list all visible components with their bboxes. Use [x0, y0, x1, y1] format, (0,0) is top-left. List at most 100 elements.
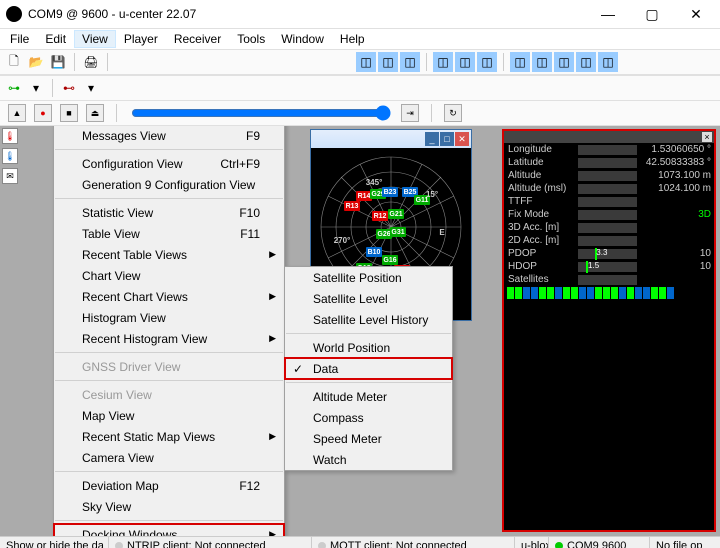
satellite-15°: 15° — [424, 189, 440, 199]
data-close-icon[interactable]: × — [702, 132, 712, 142]
menu-item-chart-view[interactable]: Chart View — [54, 265, 284, 286]
menu-receiver[interactable]: Receiver — [166, 30, 229, 48]
satellite-270°: 270° — [334, 235, 350, 245]
connect-icon[interactable]: ⊶ — [4, 78, 24, 98]
stop-icon[interactable]: ■ — [60, 104, 78, 122]
dropdown2-icon[interactable]: ▾ — [81, 78, 101, 98]
submenu-item-data[interactable]: ✓Data — [285, 358, 452, 379]
submenu-item-altitude-meter[interactable]: Altitude Meter — [285, 386, 452, 407]
record-icon[interactable]: ● — [34, 104, 52, 122]
minimize-button[interactable]: ― — [586, 0, 630, 28]
satellite-G31: G31 — [390, 227, 406, 237]
satellite-R12: R12 — [372, 211, 388, 221]
menu-edit[interactable]: Edit — [37, 30, 74, 48]
status-port: COM9 9600 — [549, 537, 650, 548]
submenu-item-watch[interactable]: Watch — [285, 449, 452, 470]
dock-b-icon[interactable]: ◫ — [378, 52, 398, 72]
data-row-ttff: TTFF — [504, 195, 714, 208]
menu-file[interactable]: File — [2, 30, 37, 48]
dock-g-icon[interactable]: ◫ — [510, 52, 530, 72]
menu-item-generation-9-configuration-view[interactable]: Generation 9 Configuration View — [54, 174, 284, 195]
loop-icon[interactable]: ↻ — [444, 104, 462, 122]
thermometer2-icon[interactable]: 🌡 — [2, 148, 18, 164]
window-title: COM9 @ 9600 - u-center 22.07 — [28, 7, 586, 21]
sky-close-icon[interactable]: ✕ — [455, 132, 469, 146]
status-bar: Show or hide the da NTRIP client: Not co… — [0, 536, 720, 548]
save-icon[interactable]: 💾 — [48, 52, 68, 72]
submenu-item-compass[interactable]: Compass — [285, 407, 452, 428]
menu-item-recent-histogram-view[interactable]: Recent Histogram View▶ — [54, 328, 284, 349]
menu-item-camera-view[interactable]: Camera View — [54, 447, 284, 468]
menu-item-messages-view[interactable]: Messages ViewF9 — [54, 126, 284, 146]
left-tool-strip: 🌡 🌡 ✉ — [2, 128, 18, 184]
menu-item-deviation-map[interactable]: Deviation MapF12 — [54, 475, 284, 496]
data-row-3d-acc-m-: 3D Acc. [m] — [504, 221, 714, 234]
submenu-item-satellite-level[interactable]: Satellite Level — [285, 288, 452, 309]
new-icon[interactable]: 🗋 — [4, 52, 24, 72]
menu-help[interactable]: Help — [332, 30, 373, 48]
menu-item-histogram-view[interactable]: Histogram View — [54, 307, 284, 328]
view-menu: Packet ConsoleF6Binary ConsoleF7Text Con… — [53, 126, 285, 536]
satellite-G16: G16 — [382, 255, 398, 265]
docking-windows-submenu: Satellite PositionSatellite LevelSatelli… — [284, 266, 453, 471]
menu-item-table-view[interactable]: Table ViewF11 — [54, 223, 284, 244]
maximize-button[interactable]: ▢ — [630, 0, 674, 28]
menu-item-map-view[interactable]: Map View — [54, 405, 284, 426]
data-row-altitude-msl-: Altitude (msl)1024.100 m — [504, 182, 714, 195]
dropdown-icon[interactable]: ▾ — [26, 78, 46, 98]
dock-e-icon[interactable]: ◫ — [455, 52, 475, 72]
status-hint: Show or hide the da — [0, 537, 109, 548]
dock-f-icon[interactable]: ◫ — [477, 52, 497, 72]
satellite-E: E — [434, 227, 450, 237]
data-row-longitude: Longitude1.53060650 ° — [504, 143, 714, 156]
menu-item-recent-static-map-views[interactable]: Recent Static Map Views▶ — [54, 426, 284, 447]
thermometer-icon[interactable]: 🌡 — [2, 128, 18, 144]
app-icon — [6, 6, 22, 22]
menu-player[interactable]: Player — [116, 30, 166, 48]
menu-tools[interactable]: Tools — [229, 30, 273, 48]
submenu-item-world-position[interactable]: World Position — [285, 337, 452, 358]
menu-item-docking-windows[interactable]: Docking Windows▶ — [54, 524, 284, 536]
menu-item-configuration-view[interactable]: Configuration ViewCtrl+F9 — [54, 153, 284, 174]
status-generation: u-blox Generation 9 — [515, 537, 549, 548]
goto-start-icon[interactable]: ▲ — [8, 104, 26, 122]
submenu-item-satellite-position[interactable]: Satellite Position — [285, 267, 452, 288]
dock-c-icon[interactable]: ◫ — [400, 52, 420, 72]
data-row-latitude: Latitude42.50833383 ° — [504, 156, 714, 169]
print-icon[interactable]: 🖨 — [81, 52, 101, 72]
sky-maximize-icon[interactable]: □ — [440, 132, 454, 146]
dock-h-icon[interactable]: ◫ — [532, 52, 552, 72]
dock-a-icon[interactable]: ◫ — [356, 52, 376, 72]
dock-j-icon[interactable]: ◫ — [576, 52, 596, 72]
submenu-item-satellite-level-history[interactable]: Satellite Level History — [285, 309, 452, 330]
dock-k-icon[interactable]: ◫ — [598, 52, 618, 72]
sky-minimize-icon[interactable]: _ — [425, 132, 439, 146]
open-icon[interactable]: 📂 — [26, 52, 46, 72]
data-row-satellites: Satellites — [504, 273, 714, 286]
menu-bar: FileEditViewPlayerReceiverToolsWindowHel… — [0, 29, 720, 49]
msg-icon[interactable]: ✉ — [2, 168, 18, 184]
status-mqtt: MQTT client: Not connected — [312, 537, 515, 548]
menu-item-gnss-driver-view: GNSS Driver View — [54, 356, 284, 377]
satellite-345°: 345° — [366, 177, 382, 187]
status-file: No file op — [650, 537, 720, 548]
menu-item-statistic-view[interactable]: Statistic ViewF10 — [54, 202, 284, 223]
menu-item-recent-chart-views[interactable]: Recent Chart Views▶ — [54, 286, 284, 307]
player-slider[interactable] — [131, 105, 391, 121]
dock-d-icon[interactable]: ◫ — [433, 52, 453, 72]
menu-item-recent-table-views[interactable]: Recent Table Views▶ — [54, 244, 284, 265]
menu-view[interactable]: View — [74, 30, 116, 48]
menu-item-cesium-view: Cesium View — [54, 384, 284, 405]
data-row-hdop: HDOP1.510 — [504, 260, 714, 273]
menu-window[interactable]: Window — [273, 30, 332, 48]
eject-icon[interactable]: ⏏ — [86, 104, 104, 122]
toolbar-connection: ⊶ ▾ ⊷ ▾ — [0, 75, 720, 101]
baud-icon[interactable]: ⊷ — [59, 78, 79, 98]
dock-i-icon[interactable]: ◫ — [554, 52, 574, 72]
satellite-G21: G21 — [388, 209, 404, 219]
skip-end-icon[interactable]: ⇥ — [401, 104, 419, 122]
data-row-fix-mode: Fix Mode3D — [504, 208, 714, 221]
menu-item-sky-view[interactable]: Sky View — [54, 496, 284, 517]
submenu-item-speed-meter[interactable]: Speed Meter — [285, 428, 452, 449]
close-button[interactable]: ✕ — [674, 0, 718, 28]
